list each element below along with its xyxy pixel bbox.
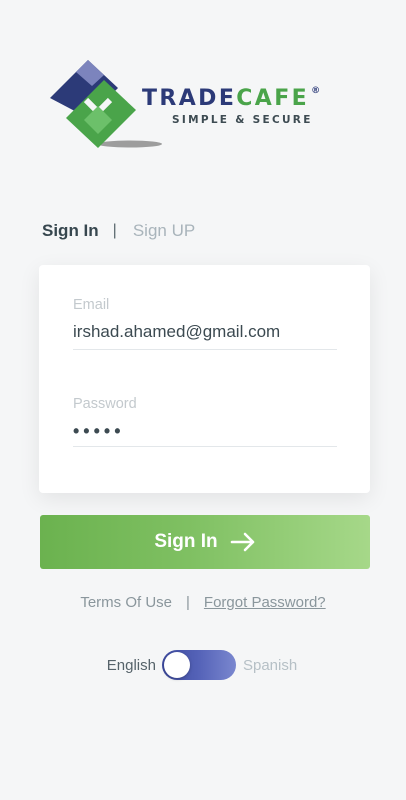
logo-name-cafe: CAFE: [236, 86, 310, 111]
language-english-label: English: [106, 656, 156, 674]
password-field[interactable]: Password •••••: [73, 396, 337, 447]
tab-sign-in[interactable]: Sign In: [42, 221, 99, 241]
toggle-knob[interactable]: [163, 652, 190, 678]
links-separator: |: [186, 594, 190, 611]
sign-in-button[interactable]: Sign In: [40, 515, 370, 569]
email-underline: [73, 349, 337, 350]
email-label: Email: [73, 297, 110, 313]
login-card: Email irshad.ahamed@gmail.com Password •…: [39, 265, 370, 493]
password-label: Password: [73, 396, 137, 412]
arrow-right-icon: [230, 532, 254, 552]
tab-sign-up[interactable]: Sign UP: [133, 221, 195, 241]
tradecafe-logo: TRADE CAFE ® SIMPLE & SECURE: [46, 58, 366, 156]
email-field[interactable]: Email irshad.ahamed@gmail.com: [73, 297, 337, 350]
email-input[interactable]: irshad.ahamed@gmail.com: [73, 319, 337, 345]
forgot-password-link[interactable]: Forgot Password?: [204, 594, 326, 611]
language-toggle[interactable]: [161, 650, 236, 680]
terms-of-use-link[interactable]: Terms Of Use: [80, 594, 172, 611]
password-underline: [73, 446, 337, 447]
logo-wordmark: TRADE CAFE ® SIMPLE & SECURE: [142, 86, 323, 126]
logo-name-trade: TRADE: [142, 86, 237, 111]
language-switch: English Spanish: [0, 650, 406, 680]
password-input[interactable]: •••••: [73, 418, 337, 444]
footer-links: Terms Of Use | Forgot Password?: [0, 594, 406, 611]
logo-tagline: SIMPLE & SECURE: [172, 114, 313, 126]
sign-in-button-label: Sign In: [154, 531, 218, 552]
language-spanish-label: Spanish: [242, 656, 298, 674]
registered-mark: ®: [311, 86, 323, 96]
tab-separator: |: [112, 222, 117, 239]
auth-tabs: Sign In | Sign UP: [42, 221, 195, 241]
